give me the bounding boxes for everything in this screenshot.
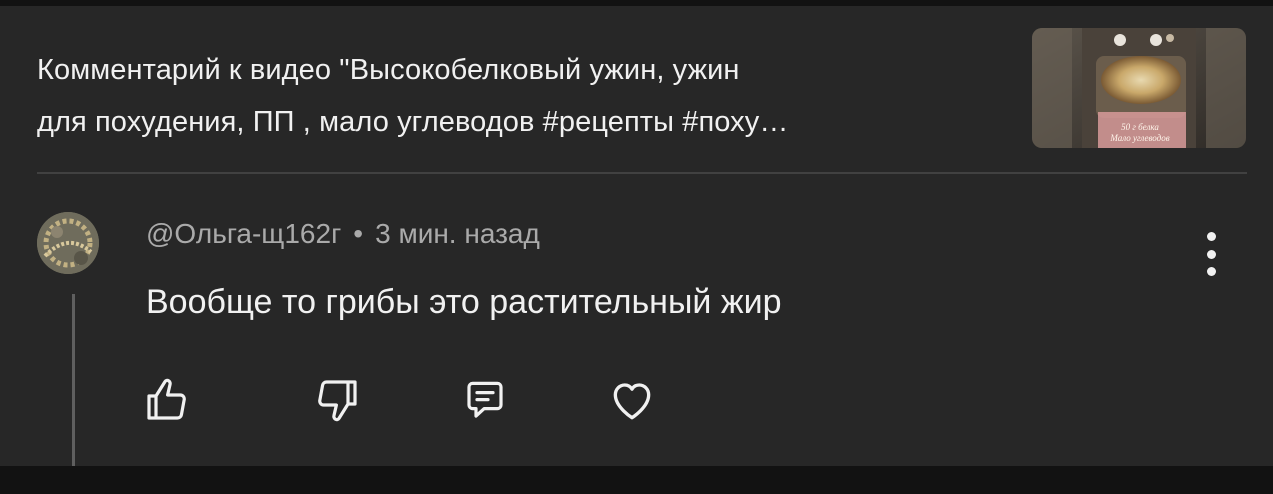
heart-icon bbox=[613, 383, 651, 420]
thumbnail-caption-line-1: 50 г белка bbox=[1121, 122, 1159, 132]
video-title-line-2: для похудения, ПП , мало углеводов #реце… bbox=[37, 106, 789, 138]
more-vertical-icon-dot bbox=[1206, 267, 1216, 276]
dislike-button[interactable] bbox=[310, 372, 366, 428]
more-vertical-icon bbox=[1206, 232, 1216, 241]
comment-author[interactable]: @Ольга-щ162г bbox=[146, 218, 341, 249]
thread-line bbox=[72, 294, 75, 466]
thumbnail-caption: 50 г белка Мало углеводов bbox=[1094, 122, 1186, 144]
heart-button[interactable] bbox=[604, 372, 660, 428]
video-title-line-1: Комментарий к видео "Высокобелковый ужин… bbox=[37, 54, 740, 86]
like-button[interactable] bbox=[138, 372, 194, 428]
comment-meta: @Ольга-щ162г • 3 мин. назад bbox=[146, 214, 540, 254]
avatar[interactable] bbox=[37, 212, 99, 274]
divider bbox=[37, 172, 1247, 174]
more-vertical-icon-dot bbox=[1206, 249, 1216, 259]
more-options-button[interactable] bbox=[1191, 228, 1231, 280]
video-thumbnail[interactable]: 50 г белка Мало углеводов bbox=[1032, 28, 1246, 148]
comment-time[interactable]: 3 мин. назад bbox=[375, 218, 540, 249]
reply-icon bbox=[467, 381, 503, 418]
avatar-image bbox=[37, 212, 99, 274]
screen: Комментарий к видео "Высокобелковый ужин… bbox=[0, 0, 1273, 494]
meta-separator: • bbox=[353, 218, 364, 249]
comment-text: Вообще то грибы это растительный жир bbox=[146, 283, 782, 321]
comment-card: Комментарий к видео "Высокобелковый ужин… bbox=[0, 6, 1273, 466]
reply-button[interactable] bbox=[457, 372, 513, 428]
thumb-down-icon bbox=[318, 380, 357, 422]
thumbnail-caption-line-2: Мало углеводов bbox=[1110, 133, 1170, 143]
thumb-up-icon bbox=[147, 378, 186, 420]
video-context-title[interactable]: Комментарий к видео "Высокобелковый ужин… bbox=[37, 44, 1012, 148]
